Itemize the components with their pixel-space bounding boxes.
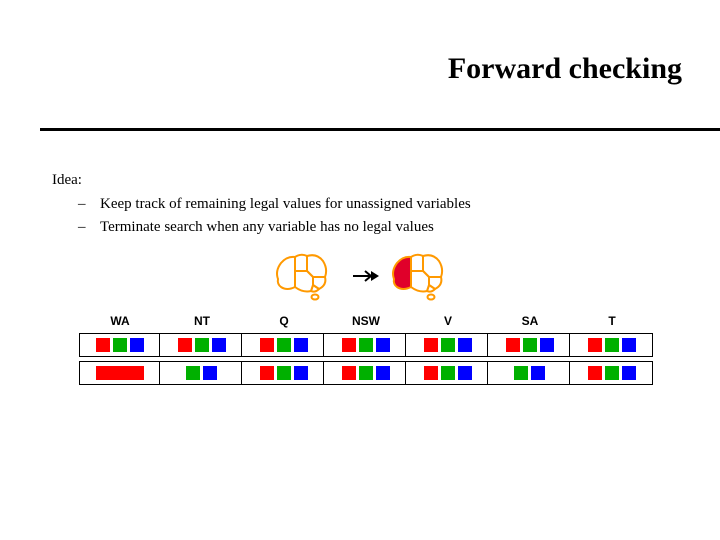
idea-label: Idea:	[52, 170, 680, 190]
domain-cell	[326, 334, 406, 356]
domain-cell	[408, 362, 488, 384]
slide-title: Forward checking	[448, 52, 682, 86]
color-swatch	[376, 366, 390, 380]
color-swatch	[260, 338, 274, 352]
color-swatch	[203, 366, 217, 380]
col-header: NT	[162, 313, 242, 329]
domain-cell	[572, 334, 652, 356]
color-swatch	[96, 338, 110, 352]
color-swatch	[531, 366, 545, 380]
maps-row	[52, 247, 680, 305]
bullet-1: Keep track of remaining legal values for…	[100, 194, 680, 214]
domain-table: WA NT Q NSW V SA T	[52, 313, 680, 389]
color-swatch	[277, 338, 291, 352]
color-swatch	[376, 338, 390, 352]
title-underline	[40, 128, 720, 131]
slide-content: Idea: Keep track of remaining legal valu…	[52, 170, 680, 389]
color-swatch	[424, 338, 438, 352]
color-swatch	[195, 338, 209, 352]
color-swatch	[178, 338, 192, 352]
domain-cell	[408, 334, 488, 356]
color-swatch	[588, 366, 602, 380]
bullet-2: Terminate search when any variable has n…	[100, 217, 680, 237]
color-swatch	[342, 366, 356, 380]
domain-cell	[244, 334, 324, 356]
arrow-icon	[353, 268, 379, 284]
color-swatch	[359, 366, 373, 380]
australia-map-after	[387, 247, 461, 305]
col-header: WA	[80, 313, 160, 329]
australia-map-before	[271, 247, 345, 305]
col-header: SA	[490, 313, 570, 329]
color-swatch	[342, 338, 356, 352]
color-swatch	[588, 338, 602, 352]
domain-cell	[162, 362, 242, 384]
domain-cell	[490, 334, 570, 356]
domain-cell	[162, 334, 242, 356]
color-swatch	[441, 338, 455, 352]
domain-cell	[244, 362, 324, 384]
color-swatch	[540, 338, 554, 352]
color-swatch	[277, 366, 291, 380]
color-swatch	[424, 366, 438, 380]
color-swatch	[441, 366, 455, 380]
domain-cell	[80, 334, 160, 356]
table-row	[79, 333, 653, 357]
color-swatch	[514, 366, 528, 380]
color-swatch	[523, 338, 537, 352]
color-swatch	[260, 366, 274, 380]
domain-cell	[572, 362, 652, 384]
color-swatch	[186, 366, 200, 380]
color-swatch	[458, 338, 472, 352]
color-swatch	[622, 338, 636, 352]
color-swatch	[622, 366, 636, 380]
col-header: V	[408, 313, 488, 329]
domain-cell	[490, 362, 570, 384]
domain-cell	[326, 362, 406, 384]
col-header: T	[572, 313, 652, 329]
domain-cell	[80, 362, 160, 384]
color-swatch	[212, 338, 226, 352]
column-headers: WA NT Q NSW V SA T	[80, 313, 652, 329]
color-swatch	[458, 366, 472, 380]
color-swatch	[294, 366, 308, 380]
col-header: NSW	[326, 313, 406, 329]
table-row	[79, 361, 653, 385]
map-icon	[273, 249, 343, 303]
color-swatch	[130, 338, 144, 352]
color-swatch	[359, 338, 373, 352]
map-icon	[389, 249, 459, 303]
idea-bullets: Keep track of remaining legal values for…	[100, 194, 680, 237]
color-swatch	[294, 338, 308, 352]
color-swatch-assigned	[96, 366, 144, 380]
color-swatch	[605, 366, 619, 380]
color-swatch	[506, 338, 520, 352]
color-swatch	[605, 338, 619, 352]
col-header: Q	[244, 313, 324, 329]
color-swatch	[113, 338, 127, 352]
